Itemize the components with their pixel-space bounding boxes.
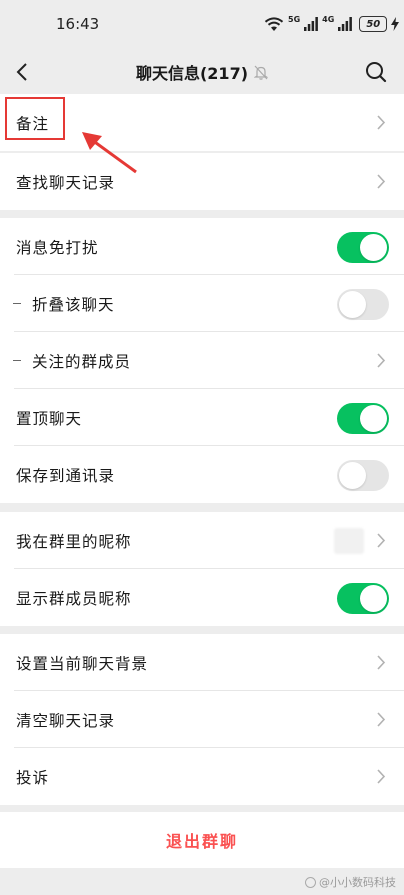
- row-my-nickname[interactable]: 我在群里的昵称: [0, 512, 404, 569]
- row-show-nicknames-label: 显示群成员昵称: [16, 589, 132, 608]
- network-5g-label: 5G: [288, 15, 301, 24]
- chevron-right-icon: [377, 655, 386, 670]
- chevron-right-icon: [377, 533, 386, 548]
- back-button[interactable]: [6, 56, 38, 88]
- row-pin-label: 置顶聊天: [16, 409, 83, 428]
- search-icon: [366, 62, 387, 83]
- battery-level: 50: [366, 18, 381, 30]
- exit-group-button[interactable]: 退出群聊: [0, 812, 404, 868]
- nickname-value-blurred: [334, 528, 364, 554]
- annotation-highlight-box: [5, 97, 65, 140]
- row-save-contacts-label: 保存到通讯录: [16, 466, 116, 485]
- row-complain[interactable]: 投诉: [0, 748, 404, 805]
- toggle-knob: [360, 234, 387, 261]
- pin-toggle[interactable]: [337, 403, 389, 434]
- charging-icon: [391, 17, 400, 31]
- chevron-right-icon: [377, 174, 386, 189]
- row-save-contacts: 保存到通讯录: [0, 446, 404, 503]
- annotation-arrow-icon: [82, 132, 137, 174]
- toggle-knob: [360, 405, 387, 432]
- show-nicknames-toggle[interactable]: [337, 583, 389, 614]
- signal-icon: [304, 17, 319, 31]
- indent-dash: [13, 360, 21, 361]
- wifi-icon: [264, 17, 284, 31]
- chevron-right-icon: [377, 353, 386, 368]
- search-button[interactable]: [362, 58, 390, 86]
- row-follow-members[interactable]: 关注的群成员: [0, 332, 404, 389]
- row-pin: 置顶聊天: [0, 389, 404, 446]
- chevron-right-icon: [377, 769, 386, 784]
- row-clear-history[interactable]: 清空聊天记录: [0, 691, 404, 748]
- mute-toggle[interactable]: [337, 232, 389, 263]
- nav-bar: 聊天信息(217): [0, 50, 404, 94]
- watermark: @小小数码科技: [305, 874, 396, 890]
- row-follow-members-label: 关注的群成员: [32, 352, 132, 371]
- row-clear-history-label: 清空聊天记录: [16, 711, 116, 730]
- status-time: 16:43: [56, 15, 100, 33]
- save-contacts-toggle[interactable]: [337, 460, 389, 491]
- row-set-background[interactable]: 设置当前聊天背景: [0, 634, 404, 691]
- row-show-nicknames: 显示群成员昵称: [0, 569, 404, 626]
- row-mute: 消息免打扰: [0, 218, 404, 275]
- row-set-background-label: 设置当前聊天背景: [16, 654, 149, 673]
- signal-icon-2: [338, 17, 353, 31]
- bell-muted-icon: [254, 65, 269, 80]
- toggle-knob: [360, 585, 387, 612]
- toggle-knob: [339, 462, 366, 489]
- fold-toggle[interactable]: [337, 289, 389, 320]
- row-fold-label: 折叠该聊天: [32, 295, 115, 314]
- row-mute-label: 消息免打扰: [16, 238, 99, 257]
- watermark-logo-icon: [305, 876, 316, 888]
- chevron-right-icon: [377, 115, 386, 130]
- back-arrow-icon: [16, 63, 27, 81]
- chevron-right-icon: [377, 712, 386, 727]
- row-complain-label: 投诉: [16, 768, 50, 787]
- status-bar: 16:43 5G 4G 50: [0, 0, 404, 50]
- watermark-text: @小小数码科技: [319, 876, 396, 889]
- battery-indicator: 50: [359, 16, 388, 32]
- toggle-knob: [339, 291, 366, 318]
- nav-title-wrap: 聊天信息(217): [0, 50, 404, 94]
- exit-group-label: 退出群聊: [165, 832, 238, 851]
- page-title: 聊天信息(217): [135, 64, 249, 83]
- network-4g-label: 4G: [322, 15, 335, 24]
- indent-dash: [13, 303, 21, 304]
- status-icons: 5G 4G 50: [264, 14, 400, 34]
- row-fold: 折叠该聊天: [0, 275, 404, 332]
- row-search-history[interactable]: 查找聊天记录: [0, 153, 404, 210]
- row-my-nickname-label: 我在群里的昵称: [16, 532, 132, 551]
